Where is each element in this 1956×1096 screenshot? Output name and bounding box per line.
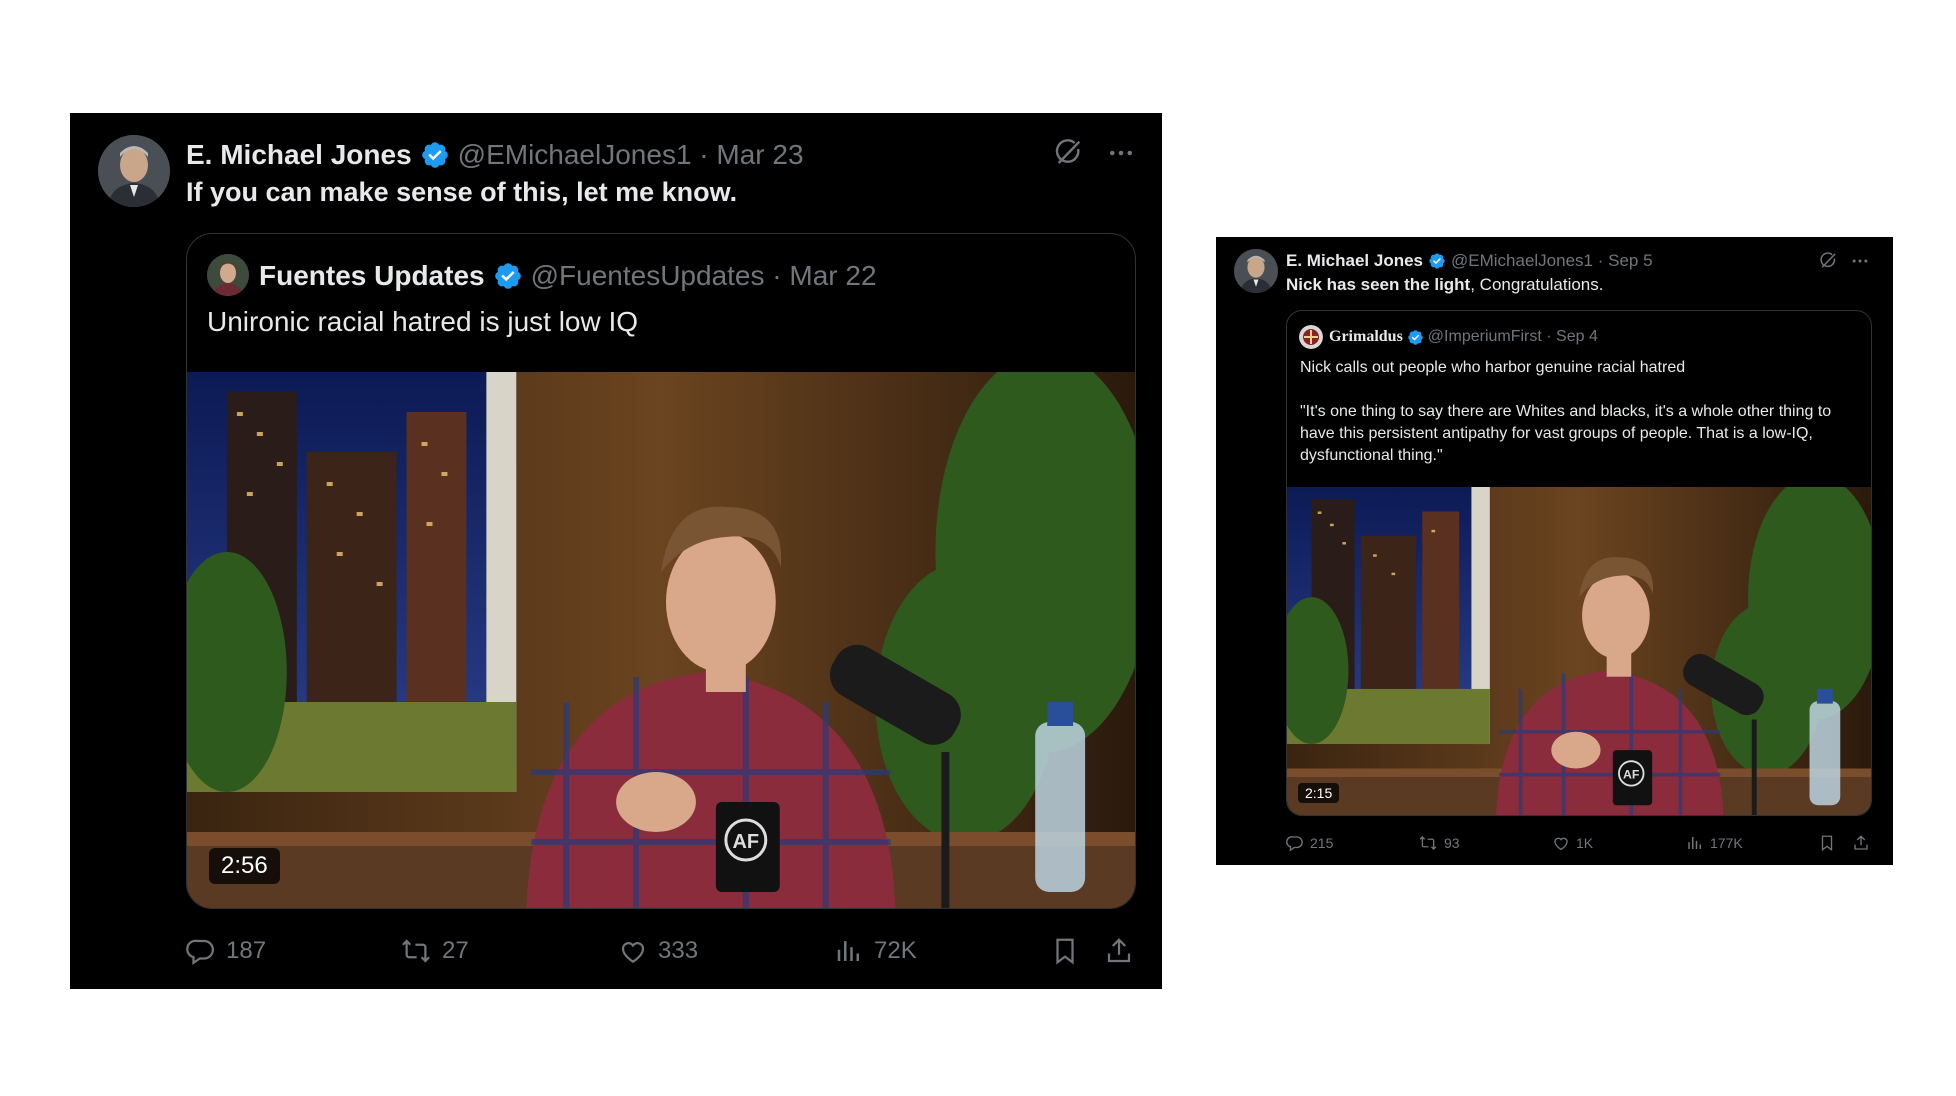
views-icon [837,941,859,961]
author-name[interactable]: E. Michael Jones [186,139,412,171]
tweet-corner-icons [1052,133,1136,173]
like-button[interactable]: 333 [618,931,698,971]
repost-count: 27 [442,937,469,964]
quote-text: Nick calls out people who harbor genuine… [1300,357,1860,467]
share-icon [1854,835,1868,850]
like-button[interactable]: 1K [1552,831,1593,855]
quoted-tweet[interactable]: Fuentes Updates @FuentesUpdates · Mar 22… [186,233,1136,909]
author-name[interactable]: E. Michael Jones [1286,251,1423,271]
author-header: E. Michael Jones @EMichaelJones1 · Sep 5 [1286,249,1653,273]
author-avatar[interactable] [98,135,170,207]
svg-text:AF: AF [733,831,760,853]
bookmark-button[interactable] [1050,931,1080,971]
quote-text: Unironic racial hatred is just low IQ [207,306,639,337]
views-count: 72K [874,937,917,964]
share-button[interactable] [1852,831,1870,855]
reply-count: 187 [226,937,267,964]
quoted-tweet[interactable]: Grimaldus @ImperiumFirst · Sep 4 Nick ca… [1286,310,1872,816]
repost-icon [1419,836,1437,850]
author-header: E. Michael Jones @EMichaelJones1 · Mar 2… [186,135,804,175]
reply-button[interactable]: 187 [186,931,266,971]
quote-author-meta[interactable]: @ImperiumFirst · Sep 4 [1428,328,1598,346]
quote-text-line2: "It's one thing to say there are Whites … [1300,403,1832,464]
tweet-text: Nick has seen the light, Congratulations… [1286,275,1603,295]
views-button[interactable]: 72K [834,931,917,971]
verified-badge-icon [1407,329,1424,346]
views-button[interactable]: 177K [1686,831,1743,855]
verified-badge-icon [493,261,523,291]
bookmark-button[interactable] [1818,831,1836,855]
repost-count: 93 [1444,835,1460,851]
share-button[interactable] [1104,931,1134,971]
repost-icon [402,939,430,963]
bookmark-icon [1056,938,1074,965]
repost-button[interactable]: 93 [1418,831,1460,855]
video-player[interactable]: AF 2:56 [187,372,1135,908]
tweet-text-bold: Nick has seen the light [1286,275,1471,294]
reply-icon [1286,836,1303,852]
verified-badge-icon [420,140,450,170]
grok-icon[interactable] [1818,251,1838,271]
quote-author-avatar[interactable] [1299,325,1323,349]
author-avatar[interactable] [1234,249,1278,293]
video-duration: 2:56 [209,848,280,884]
repost-button[interactable]: 27 [400,931,469,971]
more-icon[interactable] [1106,138,1136,168]
views-count: 177K [1710,835,1743,851]
bookmark-icon [1821,835,1833,852]
quote-author-name[interactable]: Grimaldus [1329,328,1403,346]
quote-author-meta[interactable]: @FuentesUpdates · Mar 22 [531,260,877,292]
video-duration: 2:15 [1298,783,1340,803]
views-icon [1688,837,1701,849]
tweet-text-rest: , Congratulations. [1470,275,1604,294]
like-icon [621,942,645,963]
like-icon [1554,837,1568,851]
quote-author-name[interactable]: Fuentes Updates [259,260,485,292]
quote-author-avatar[interactable] [207,254,249,296]
tweet-card-left[interactable]: E. Michael Jones @EMichaelJones1 · Mar 2… [70,113,1162,989]
tweet-corner-icons [1818,249,1870,273]
video-player[interactable]: AF 2:15 [1287,487,1871,815]
share-icon [1107,938,1131,963]
quote-text-line1: Nick calls out people who harbor genuine… [1300,359,1686,376]
quote-author-header: Grimaldus @ImperiumFirst · Sep 4 [1329,325,1598,349]
grok-icon[interactable] [1052,137,1084,169]
more-icon[interactable] [1850,251,1870,271]
verified-badge-icon [1428,252,1446,270]
author-meta[interactable]: @EMichaelJones1 · Mar 23 [458,139,804,171]
reply-icon [186,939,214,966]
quote-author-header: Fuentes Updates @FuentesUpdates · Mar 22 [259,256,877,296]
like-count: 333 [658,937,699,964]
tweet-text: If you can make sense of this, let me kn… [186,177,738,207]
reply-count: 215 [1310,835,1334,851]
author-meta[interactable]: @EMichaelJones1 · Sep 5 [1451,251,1653,271]
svg-text:AF: AF [1623,767,1640,781]
tweet-card-right[interactable]: E. Michael Jones @EMichaelJones1 · Sep 5… [1216,237,1893,865]
like-count: 1K [1576,835,1594,851]
reply-button[interactable]: 215 [1286,831,1333,855]
